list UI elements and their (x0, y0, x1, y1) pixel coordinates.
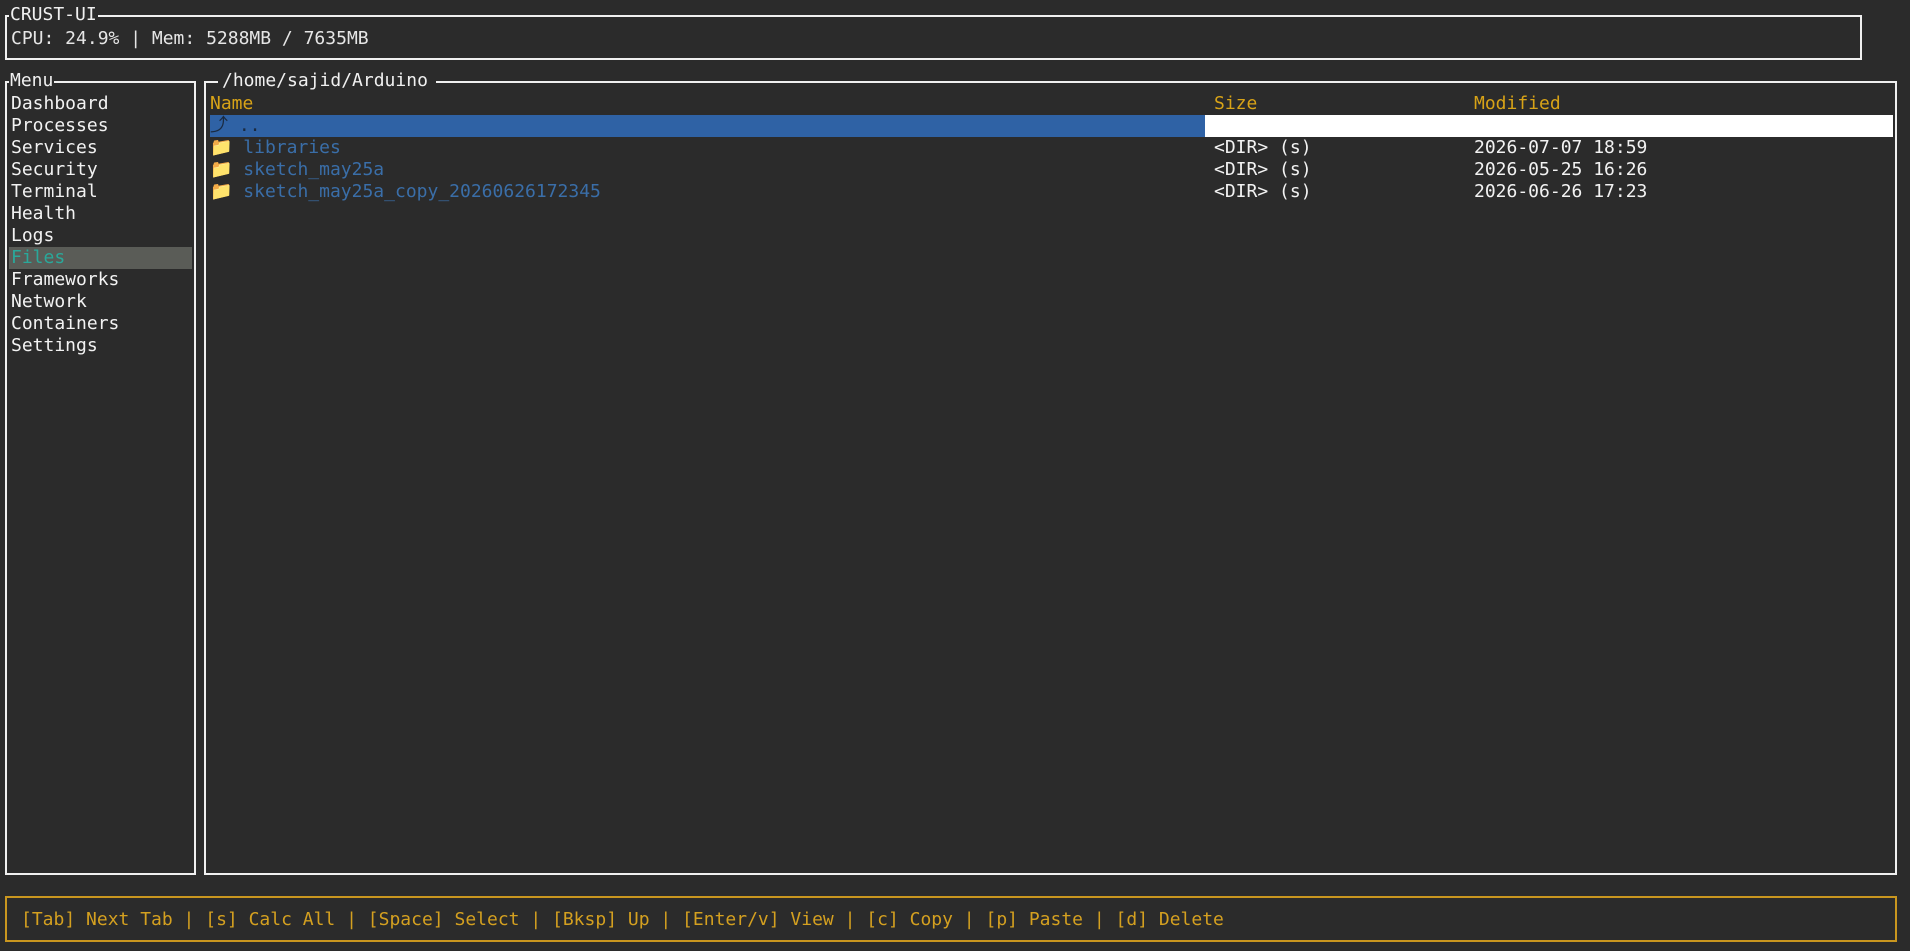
file-list: ⤴ .. 📁 libraries <DIR> (s) 2026-07-07 18… (210, 115, 1893, 203)
sidebar-item-network[interactable]: Network (9, 291, 192, 313)
sidebar-item-files[interactable]: Files (9, 247, 192, 269)
folder-icon: 📁 (210, 181, 233, 202)
sidebar-item-dashboard[interactable]: Dashboard (9, 93, 192, 115)
file-modified: 2026-05-25 16:26 (1474, 159, 1648, 180)
column-header-size[interactable]: Size (1214, 93, 1257, 115)
selection-highlight (210, 115, 1205, 137)
sidebar-item-logs[interactable]: Logs (9, 225, 192, 247)
keybind-hints: [Tab] Next Tab | [s] Calc All | [Space] … (21, 909, 1224, 930)
sidebar-item-terminal[interactable]: Terminal (9, 181, 192, 203)
sidebar-item-containers[interactable]: Containers (9, 313, 192, 335)
parent-dir-label: .. (238, 115, 261, 136)
file-browser-panel: /home/sajid/Arduino Name Size Modified ⤴… (204, 70, 1897, 875)
file-size: <DIR> (s) (1214, 137, 1312, 158)
sidebar-menu: Menu Dashboard Processes Services Securi… (5, 70, 196, 875)
column-header-modified[interactable]: Modified (1474, 93, 1561, 115)
sidebar-item-processes[interactable]: Processes (9, 115, 192, 137)
file-row[interactable]: 📁 libraries <DIR> (s) 2026-07-07 18:59 (210, 137, 1893, 159)
file-name: libraries (243, 137, 341, 158)
file-size: <DIR> (s) (1214, 181, 1312, 202)
file-name-cell: 📁 libraries (210, 137, 341, 159)
file-modified: 2026-07-07 18:59 (1474, 137, 1648, 158)
current-path: /home/sajid/Arduino (218, 70, 436, 92)
menu-list: Dashboard Processes Services Security Te… (9, 93, 192, 357)
sidebar-item-services[interactable]: Services (9, 137, 192, 159)
folder-icon: 📁 (210, 159, 233, 180)
file-name-cell: 📁 sketch_may25a_copy_20260626172345 (210, 181, 601, 203)
file-modified: 2026-06-26 17:23 (1474, 181, 1648, 202)
file-row[interactable]: 📁 sketch_may25a_copy_20260626172345 <DIR… (210, 181, 1893, 203)
system-stats: CPU: 24.9% | Mem: 5288MB / 7635MB (11, 28, 369, 49)
up-arrow-icon: ⤴ (210, 115, 228, 136)
menu-title: Menu (9, 70, 55, 92)
file-row[interactable]: 📁 sketch_may25a <DIR> (s) 2026-05-25 16:… (210, 159, 1893, 181)
folder-icon: 📁 (210, 137, 233, 158)
header-panel: CRUST-UI CPU: 24.9% | Mem: 5288MB / 7635… (5, 4, 1862, 60)
sidebar-item-health[interactable]: Health (9, 203, 192, 225)
file-row-parent-dir[interactable]: ⤴ .. (210, 115, 1893, 137)
keybind-bar: [Tab] Next Tab | [s] Calc All | [Space] … (5, 896, 1897, 942)
selection-highlight-extension (1205, 115, 1893, 137)
file-name: sketch_may25a (243, 159, 385, 180)
sidebar-item-settings[interactable]: Settings (9, 335, 192, 357)
file-table-header: Name Size Modified (210, 93, 1893, 115)
file-size: <DIR> (s) (1214, 159, 1312, 180)
file-name-cell: ⤴ .. (210, 115, 261, 137)
sidebar-item-security[interactable]: Security (9, 159, 192, 181)
file-name-cell: 📁 sketch_may25a (210, 159, 384, 181)
column-header-name[interactable]: Name (210, 93, 253, 115)
file-name: sketch_may25a_copy_20260626172345 (243, 181, 601, 202)
sidebar-item-frameworks[interactable]: Frameworks (9, 269, 192, 291)
app-title: CRUST-UI (9, 4, 98, 26)
